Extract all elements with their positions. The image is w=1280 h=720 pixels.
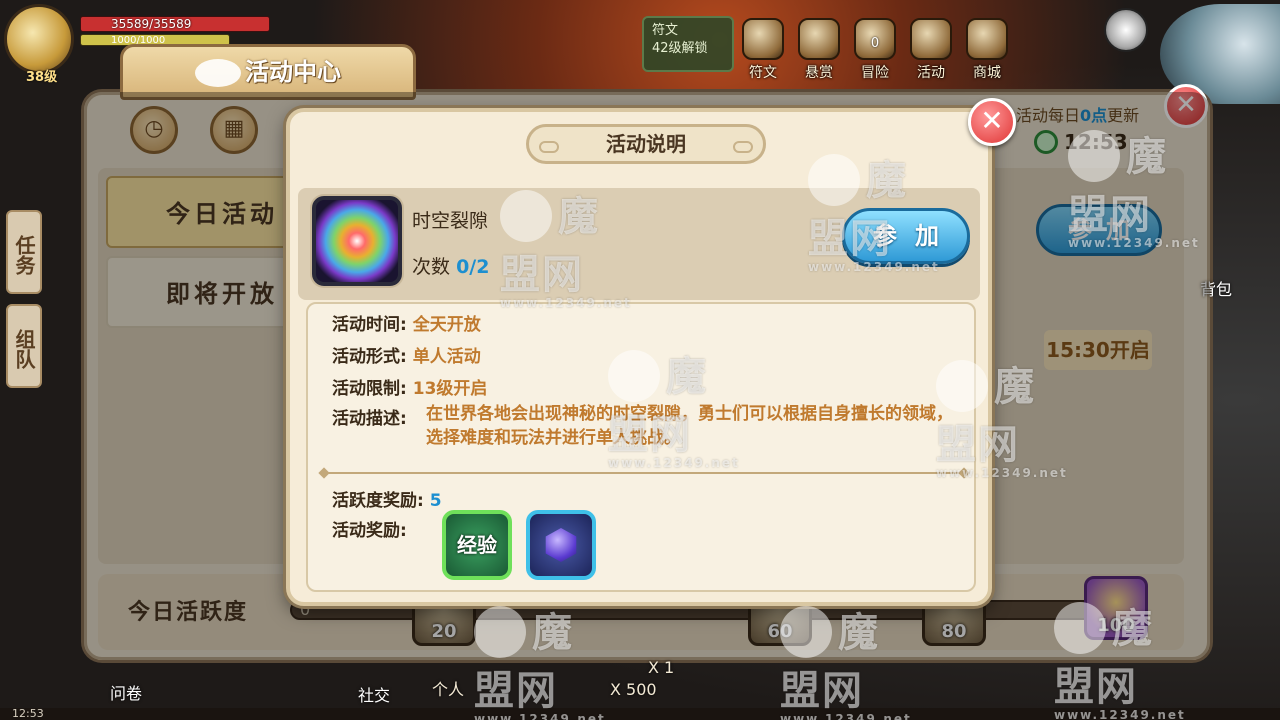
logo-icon: [195, 59, 241, 87]
social-button[interactable]: 社交: [358, 682, 390, 706]
detail-value: 单人活动: [412, 347, 481, 367]
nav-shop[interactable]: 商城: [960, 16, 1014, 86]
side-tab-team[interactable]: 组队: [6, 304, 42, 388]
detail-limit: 活动限制: 13级开启: [332, 374, 487, 399]
nav-rune[interactable]: 符文: [736, 16, 790, 86]
modal-close-button[interactable]: ✕: [968, 98, 1016, 146]
side-tab-quest[interactable]: 任务: [6, 210, 42, 294]
reward-points-value: 5: [429, 491, 442, 511]
nav-bounty[interactable]: 悬赏: [792, 16, 846, 86]
top-nav: 符文 42级解锁 符文 悬赏 0 冒险 活动 商城: [642, 16, 1014, 86]
gem-icon[interactable]: [526, 510, 596, 580]
detail-value: 全天开放: [412, 315, 481, 335]
activity-count: 次数 0/2: [412, 252, 489, 279]
nav-label: 悬赏: [805, 65, 833, 81]
player-level: 38级: [26, 70, 58, 85]
activity-points-reward: 活跃度奖励: 5: [332, 486, 442, 511]
detail-time: 活动时间: 全天开放: [332, 310, 481, 335]
activity-detail-modal: 活动说明 ✕ 时空裂隙 次数 0/2 参加 活动时间: 全天开放 活动形式: 单…: [286, 98, 1016, 606]
gem-shape: [545, 528, 577, 562]
detail-label: 活动时间:: [332, 315, 407, 335]
status-bar: 12:53: [0, 708, 1280, 720]
chat-line: X 1: [648, 658, 675, 677]
rune-lock-notice[interactable]: 符文 42级解锁: [642, 16, 734, 72]
reward-points-label: 活跃度奖励:: [332, 491, 424, 511]
detail-label: 活动限制:: [332, 379, 407, 399]
desc-label: 活动描述:: [332, 409, 407, 429]
status-time: 12:53: [12, 707, 44, 720]
nav-label: 商城: [973, 65, 1001, 81]
activity-icon: [910, 18, 952, 60]
player-avatar[interactable]: [4, 4, 74, 74]
chat-line: X 500: [610, 680, 657, 699]
count-label: 次数: [412, 256, 451, 278]
nav-label: 符文: [749, 65, 777, 81]
join-button[interactable]: 参加: [842, 208, 970, 264]
exp-icon[interactable]: 经验: [442, 510, 512, 580]
hp-bar: 35589/35589: [80, 16, 270, 32]
rift-icon: [312, 196, 402, 286]
survey-button[interactable]: 问卷: [110, 680, 142, 704]
nav-activity[interactable]: 活动: [904, 16, 958, 86]
count-value: 0/2: [456, 256, 490, 278]
nav-adventure[interactable]: 0 冒险: [848, 16, 902, 86]
rune-lock-title: 符文: [652, 23, 679, 38]
activity-center-title-text: 活动中心: [245, 58, 341, 86]
shop-icon: [966, 18, 1008, 60]
rune-icon: [742, 18, 784, 60]
detail-form: 活动形式: 单人活动: [332, 342, 481, 367]
nav-label: 冒险: [861, 65, 889, 81]
mail-icon[interactable]: [1104, 8, 1148, 52]
rewards-label: 活动奖励:: [332, 521, 407, 541]
detail-label: 活动形式:: [332, 347, 407, 367]
rune-lock-subtitle: 42级解锁: [652, 41, 708, 56]
detail-value: 13级开启: [412, 379, 488, 399]
side-tabs: 任务 组队: [6, 210, 42, 398]
modal-title: 活动说明: [526, 124, 766, 164]
activity-name: 时空裂隙: [412, 210, 489, 232]
chat-line: 个人: [432, 680, 465, 699]
bounty-icon: [798, 18, 840, 60]
nav-label: 活动: [917, 65, 945, 81]
desc-text: 在世界各地会出现神秘的时空裂隙，勇士们可以根据自身擅长的领域，选择难度和玩法并进…: [426, 404, 953, 448]
divider: [324, 472, 964, 474]
adventure-count: 0: [870, 36, 880, 51]
